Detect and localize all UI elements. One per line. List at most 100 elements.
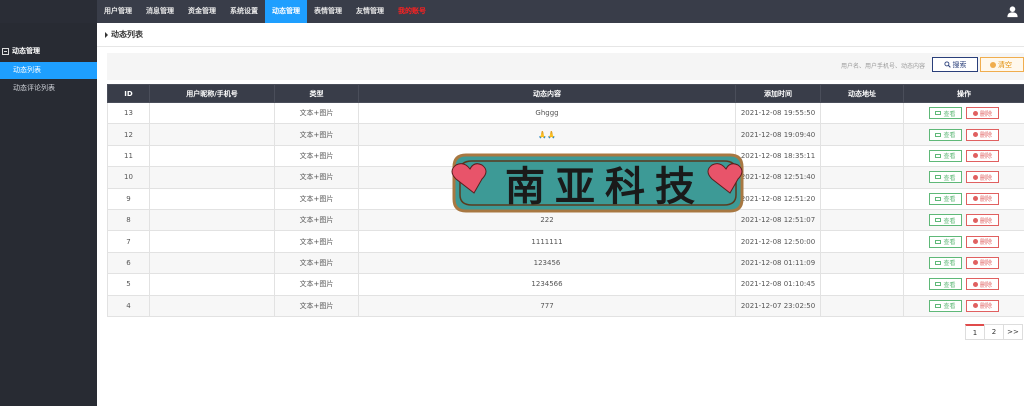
sidebar-group-label: 动态管理 [12,47,40,55]
delete-button[interactable]: 删除 [966,149,999,162]
cell-address [820,208,904,232]
column-header-actions: 操作 [903,84,1024,103]
view-button-label: 查看 [943,239,956,247]
delete-button[interactable]: 删除 [966,214,999,227]
view-button[interactable]: 查看 [929,278,962,291]
nav-item-messages[interactable]: 消息管理 [139,0,181,23]
page-1-button[interactable]: 1 [965,324,985,340]
delete-button[interactable]: 删除 [966,299,999,312]
action-group: 查看 删除 [904,214,1024,227]
search-button[interactable]: 搜索 [932,57,978,72]
cell-address [820,166,904,189]
cell-actions: 查看 删除 [903,251,1024,275]
sidebar-item-post-list[interactable]: 动态列表 [0,62,97,79]
cell-id: 9 [107,187,150,210]
view-button[interactable]: 查看 [929,149,962,162]
monitor-icon [935,132,942,137]
view-button[interactable]: 查看 [929,299,962,312]
action-group: 查看 删除 [904,149,1024,162]
cell-address [820,101,904,125]
view-button-label: 查看 [943,281,956,289]
delete-icon [972,110,978,116]
view-button-label: 查看 [943,174,956,182]
user-icon[interactable] [1006,5,1019,18]
cell-user [149,101,275,125]
cell-content: 777 [358,294,736,317]
column-header-type: 类型 [274,84,359,103]
cell-address [820,144,904,168]
action-group: 查看 删除 [904,171,1024,184]
cell-type: 文本+图片 [274,273,359,296]
search-icon [943,61,951,68]
view-button[interactable]: 查看 [929,192,962,205]
table-row: 12 文本+图片 🙏🙏 2021-12-08 19:09:40 查看 删除 [107,123,1024,146]
cell-user [149,187,275,210]
cell-content: 🙏🙏 [358,123,736,146]
cell-id: 10 [107,166,150,189]
table-row: 7 文本+图片 1111111 2021-12-08 12:50:00 查看 删除 [107,230,1024,253]
view-button[interactable]: 查看 [929,235,962,248]
nav-item-settings[interactable]: 系统设置 [223,0,265,23]
delete-button[interactable]: 删除 [966,278,999,291]
cell-time: 2021-12-08 12:50:00 [735,230,821,253]
next-page-button[interactable]: >> [1003,324,1023,340]
table-row: 13 文本+图片 Ghggg 2021-12-08 19:55:50 查看 删除 [107,101,1024,125]
view-button[interactable]: 查看 [929,256,962,269]
search-button-label: 搜索 [952,60,967,69]
delete-button[interactable]: 删除 [966,256,999,269]
view-button[interactable]: 查看 [929,107,962,120]
sidebar-item-comment-list[interactable]: 动态评论列表 [0,80,97,97]
nav-item-posts[interactable]: 动态管理 [265,0,307,23]
cell-type: 文本+图片 [274,123,359,146]
delete-button[interactable]: 删除 [966,192,999,205]
view-button-label: 查看 [943,303,956,311]
cell-id: 11 [107,144,150,168]
cell-actions: 查看 删除 [903,294,1024,317]
view-button-label: 查看 [943,217,956,225]
nav-item-account[interactable]: 我的账号 [391,0,433,23]
cell-address [820,273,904,296]
cell-time: 2021-12-08 01:10:45 [735,273,821,296]
cell-user [149,166,275,189]
clear-button[interactable]: 清空 [980,57,1024,72]
cell-user [149,208,275,232]
delete-icon [972,260,978,266]
clear-icon [990,61,996,68]
brand-area [0,0,97,23]
search-input[interactable]: 用户名、用户手机号、动态内容 [800,61,925,71]
delete-button[interactable]: 删除 [966,235,999,248]
nav-item-funds[interactable]: 资金管理 [181,0,223,23]
delete-button[interactable]: 删除 [966,171,999,184]
top-navbar: 用户管理 消息管理 资金管理 系统设置 动态管理 表情管理 友情管理 我的账号 [0,0,1024,23]
cell-user [149,294,275,317]
cell-time: 2021-12-08 19:55:50 [735,101,821,125]
cell-actions: 查看 删除 [903,187,1024,210]
cell-id: 5 [107,273,150,296]
nav-item-emoji[interactable]: 表情管理 [307,0,349,23]
delete-button[interactable]: 删除 [966,128,999,141]
nav-item-users[interactable]: 用户管理 [97,0,139,23]
action-group: 查看 删除 [904,107,1024,120]
cell-type: 文本+图片 [274,294,359,317]
cell-address [820,230,904,253]
cell-actions: 查看 删除 [903,144,1024,168]
page-2-button[interactable]: 2 [984,324,1004,340]
column-header-content: 动态内容 [358,84,736,103]
cell-actions: 查看 删除 [903,166,1024,189]
monitor-icon [935,111,942,116]
cell-user [149,251,275,275]
sidebar-group-posts[interactable]: 动态管理 [2,46,40,56]
cell-content: 1111111 [358,230,736,253]
delete-button[interactable]: 删除 [966,107,999,120]
delete-icon [972,239,978,245]
cell-time: 2021-12-08 19:09:40 [735,123,821,146]
view-button[interactable]: 查看 [929,214,962,227]
nav-item-links[interactable]: 友情管理 [349,0,391,23]
column-header-address: 动态地址 [820,84,904,103]
action-group: 查看 删除 [904,278,1024,291]
view-button[interactable]: 查看 [929,171,962,184]
clear-button-label: 清空 [998,60,1012,69]
cell-address [820,187,904,210]
cell-type: 文本+图片 [274,144,359,168]
view-button[interactable]: 查看 [929,128,962,141]
